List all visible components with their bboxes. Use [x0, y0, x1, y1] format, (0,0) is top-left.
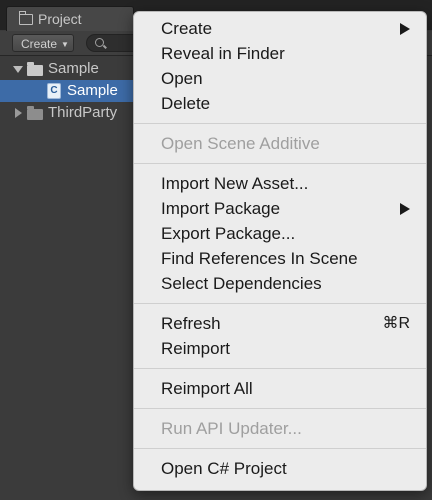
- menu-item-reimport-all[interactable]: Reimport All: [134, 376, 426, 401]
- menu-item-label: Open Scene Additive: [161, 134, 320, 153]
- csharp-script-icon: C: [47, 83, 61, 99]
- menu-item-label: Open: [161, 69, 203, 88]
- menu-separator: [134, 368, 426, 369]
- collapse-arrow-icon[interactable]: [15, 108, 22, 118]
- menu-item-label: Delete: [161, 94, 211, 113]
- create-button-label: Create: [21, 37, 58, 51]
- menu-item-label: Export Package...: [161, 224, 296, 243]
- submenu-arrow-icon: [400, 203, 410, 215]
- tree-item-label: Sample: [67, 82, 118, 99]
- menu-item-reimport[interactable]: Reimport: [134, 336, 426, 361]
- menu-separator: [134, 303, 426, 304]
- menu-item-label: Reimport All: [161, 379, 253, 398]
- menu-item-label: Reimport: [161, 339, 230, 358]
- menu-item-find-references-in-scene[interactable]: Find References In Scene: [134, 246, 426, 271]
- menu-item-open[interactable]: Open: [134, 66, 426, 91]
- menu-item-delete[interactable]: Delete: [134, 91, 426, 116]
- project-tab-label: Project: [38, 11, 82, 27]
- menu-item-label: Import New Asset...: [161, 174, 309, 193]
- menu-item-label: Create: [161, 19, 213, 38]
- create-dropdown-button[interactable]: Create ▼: [12, 34, 74, 52]
- menu-item-refresh[interactable]: Refresh ⌘R: [134, 311, 426, 336]
- menu-item-label: Import Package: [161, 199, 281, 218]
- expand-arrow-icon[interactable]: [13, 66, 23, 73]
- menu-item-label: Open C# Project: [161, 459, 287, 478]
- project-tab[interactable]: Project: [6, 6, 134, 32]
- menu-item-run-api-updater: Run API Updater...: [134, 416, 426, 441]
- menu-item-open-csharp-project[interactable]: Open C# Project: [134, 456, 426, 481]
- menu-item-export-package[interactable]: Export Package...: [134, 221, 426, 246]
- menu-item-reveal-in-finder[interactable]: Reveal in Finder: [134, 41, 426, 66]
- menu-item-label: Select Dependencies: [161, 274, 322, 293]
- refresh-shortcut: ⌘R: [382, 315, 410, 332]
- menu-separator: [134, 163, 426, 164]
- menu-item-import-package[interactable]: Import Package: [134, 196, 426, 221]
- menu-item-label: Reveal in Finder: [161, 44, 285, 63]
- menu-item-label: Refresh: [161, 314, 221, 333]
- chevron-down-icon: ▼: [61, 40, 69, 49]
- tree-item-label: Sample: [48, 60, 99, 77]
- menu-item-select-dependencies[interactable]: Select Dependencies: [134, 271, 426, 296]
- menu-item-create[interactable]: Create: [134, 16, 426, 41]
- folder-icon: [19, 11, 33, 25]
- menu-item-label: Find References In Scene: [161, 249, 358, 268]
- menu-separator: [134, 123, 426, 124]
- menu-item-import-new-asset[interactable]: Import New Asset...: [134, 171, 426, 196]
- search-icon: [95, 38, 104, 47]
- menu-separator: [134, 408, 426, 409]
- tree-item-label: ThirdParty: [48, 104, 118, 121]
- context-menu: Create Reveal in Finder Open Delete Open…: [133, 11, 427, 491]
- folder-icon: [27, 62, 43, 76]
- folder-icon: [27, 106, 43, 120]
- menu-separator: [134, 448, 426, 449]
- menu-item-open-scene-additive: Open Scene Additive: [134, 131, 426, 156]
- submenu-arrow-icon: [400, 23, 410, 35]
- menu-item-label: Run API Updater...: [161, 419, 302, 438]
